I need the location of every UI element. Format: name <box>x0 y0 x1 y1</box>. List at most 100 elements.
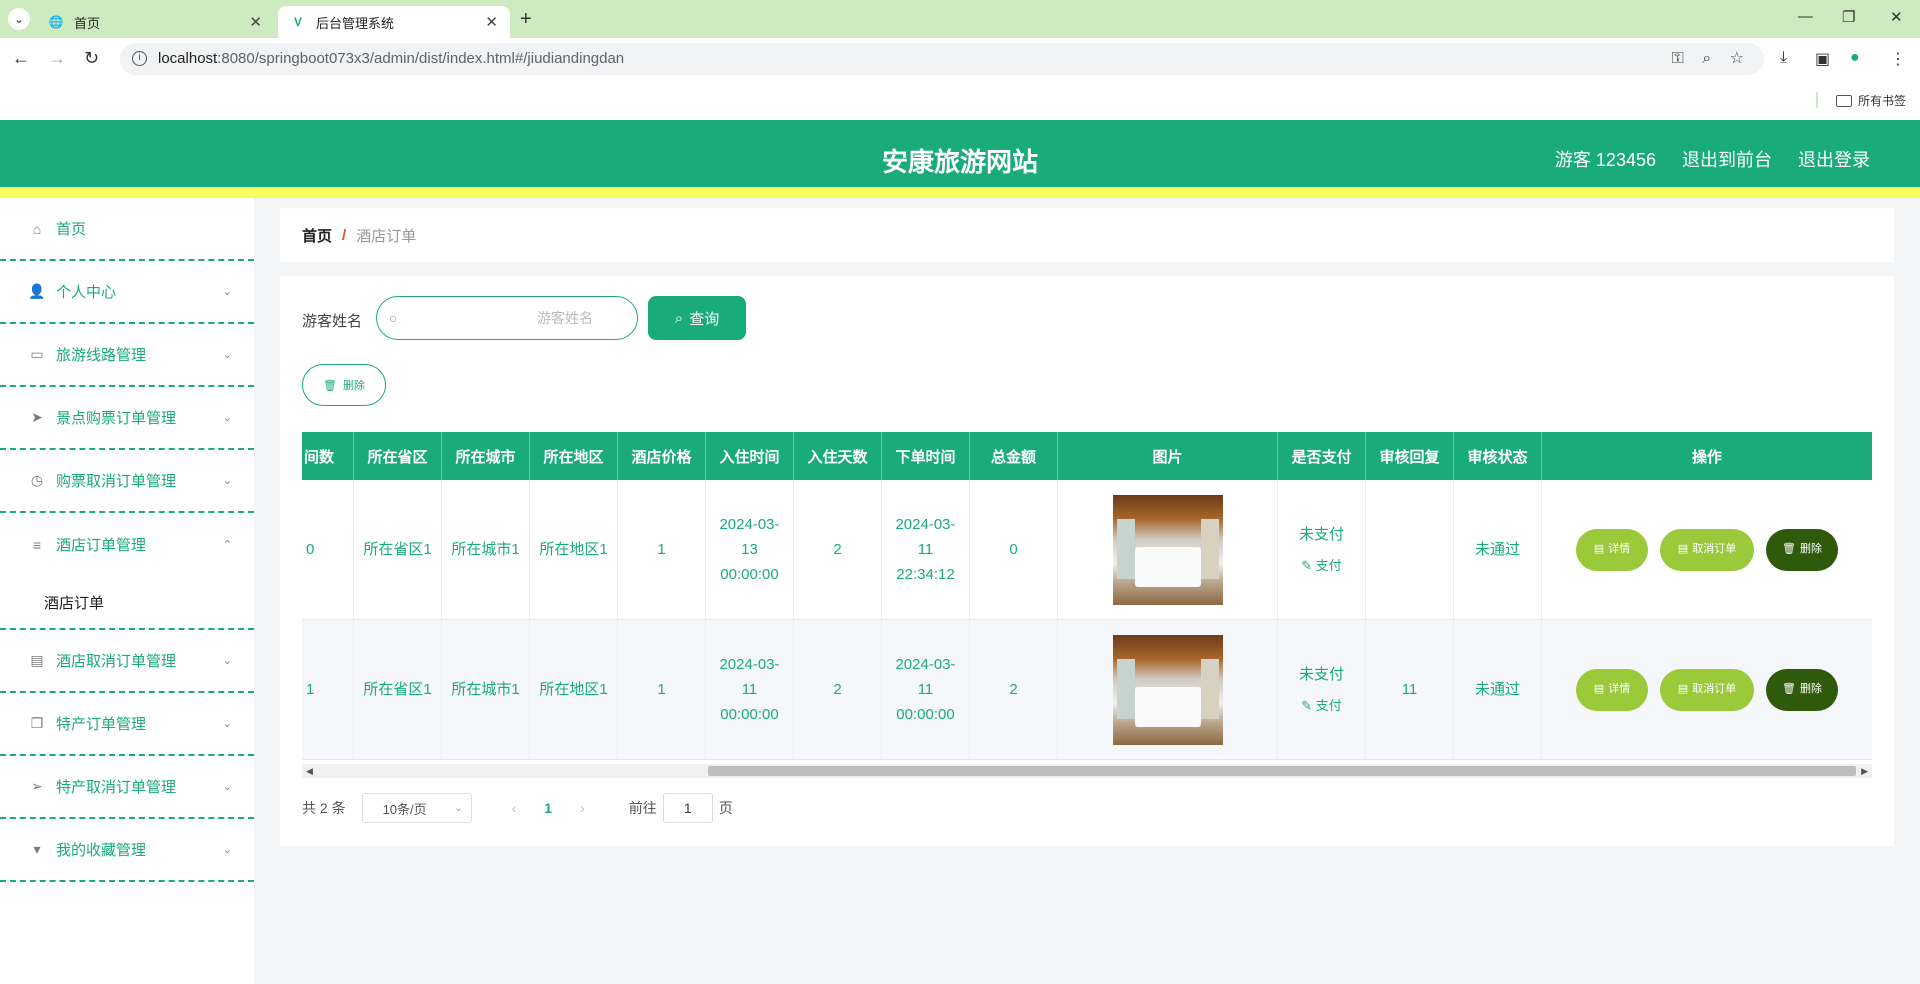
cancel-label: 取消订单 <box>1692 683 1737 695</box>
cell-rooms: 1 <box>302 620 354 759</box>
detail-label: 详情 <box>1608 683 1631 695</box>
sidepanel-icon[interactable]: ▣ <box>1815 49 1830 69</box>
pagination: 共 2 条 10条/页 ⌄ ‹ 1 › 前往 页 <box>302 792 733 824</box>
restore-icon[interactable]: ❐ <box>1842 8 1855 26</box>
cell-ops: ▤ 详情 ▤ 取消订单 🗑 删除 <box>1542 480 1872 619</box>
detail-button[interactable]: ▤ 详情 <box>1576 528 1648 571</box>
sidebar-item-label: 特产订单管理 <box>56 716 147 733</box>
reload-icon[interactable]: ↻ <box>84 48 99 69</box>
download-icon[interactable]: ⤓ <box>1780 49 1787 67</box>
scrollbar-thumb[interactable] <box>708 766 1856 776</box>
logout-link[interactable]: 退出登录 <box>1798 146 1870 172</box>
goto-page-input[interactable] <box>662 793 713 823</box>
tab-search-icon[interactable]: ⌄ <box>8 8 30 30</box>
close-icon[interactable]: ✕ <box>485 13 498 31</box>
bookmark-separator <box>1816 92 1818 108</box>
sidebar-item-specialty-orders[interactable]: ❐ 特产订单管理 ⌄ <box>0 693 254 756</box>
cell-days: 2 <box>794 620 882 759</box>
sidebar-item-ticket-cancel[interactable]: ◷ 购票取消订单管理 ⌄ <box>0 450 254 513</box>
breadcrumb-home[interactable]: 首页 <box>302 225 332 246</box>
url-field[interactable]: i localhost:8080/springboot073x3/admin/d… <box>120 43 1764 75</box>
col-checkin: 入住时间 <box>706 432 794 480</box>
cell-price: 1 <box>618 480 706 619</box>
sidebar-item-favorites[interactable]: ▾ 我的收藏管理 ⌄ <box>0 819 254 882</box>
sidebar-item-tour-routes[interactable]: ▭ 旅游线路管理 ⌄ <box>0 324 254 387</box>
sidebar-item-specialty-cancel[interactable]: ➢ 特产取消订单管理 ⌄ <box>0 756 254 819</box>
sidebar-item-home[interactable]: ⌂ 首页 <box>0 198 254 261</box>
batch-delete-button[interactable]: 🗑 删除 <box>302 364 386 406</box>
doc-icon: ▤ <box>1593 683 1605 695</box>
cell-rooms: 0 <box>302 480 354 619</box>
col-price: 酒店价格 <box>618 432 706 480</box>
doc-icon: ▤ <box>1677 543 1689 555</box>
hotel-room-image[interactable] <box>1112 634 1223 745</box>
back-to-front-link[interactable]: 退出到前台 <box>1682 146 1772 172</box>
goto-suffix: 页 <box>718 800 733 816</box>
main-area: 首页 / 酒店订单 游客姓名 ○ ⌕ 查询 🗑 删除 间数 所在省区 所在城市 … <box>254 198 1920 984</box>
col-paid: 是否支付 <box>1278 432 1366 480</box>
search-input-wrapper[interactable]: ○ <box>376 296 638 340</box>
browser-tab-admin[interactable]: V 后台管理系统 ✕ <box>278 6 510 38</box>
star-icon[interactable]: ☆ <box>1730 50 1744 67</box>
next-page-icon[interactable]: › <box>580 800 585 816</box>
cancel-order-button[interactable]: ▤ 取消订单 <box>1660 528 1754 571</box>
profile-avatar-icon[interactable]: ● <box>1850 49 1860 67</box>
sidebar-item-ticket-orders[interactable]: ➤ 景点购票订单管理 ⌄ <box>0 387 254 450</box>
sidebar-item-hotel-orders[interactable]: ≡ 酒店订单管理 ⌃ <box>0 513 254 576</box>
sidebar-item-label: 旅游线路管理 <box>56 347 147 364</box>
user-name: 游客 123456 <box>1554 150 1656 170</box>
close-icon[interactable]: ✕ <box>249 13 262 31</box>
scroll-left-icon[interactable]: ◀ <box>306 764 313 778</box>
cell-province: 所在省区1 <box>354 480 442 619</box>
minimize-icon[interactable]: — <box>1798 8 1813 25</box>
doc-icon: ▤ <box>1677 683 1689 695</box>
search-input[interactable] <box>413 303 623 333</box>
zoom-icon[interactable]: ⌕ <box>1702 50 1711 67</box>
pay-link[interactable]: ✎ 支付 <box>1301 693 1342 718</box>
browser-tab-home[interactable]: 🌐 首页 ✕ <box>36 6 274 38</box>
sidebar-item-label: 个人中心 <box>56 284 117 301</box>
list-icon: ≡ <box>32 536 42 553</box>
horizontal-scrollbar[interactable]: ◀ ▶ <box>302 764 1872 778</box>
total-count: 共 2 条 <box>302 800 346 816</box>
pay-link-label: 支付 <box>1315 697 1342 713</box>
search-button[interactable]: ⌕ 查询 <box>648 296 746 340</box>
cancel-order-button[interactable]: ▤ 取消订单 <box>1660 668 1754 711</box>
delete-row-button[interactable]: 🗑 删除 <box>1766 668 1838 711</box>
chevron-down-icon: ⌄ <box>222 475 232 487</box>
forward-icon[interactable]: → <box>48 48 66 69</box>
key-icon[interactable]: ⚿ <box>1672 50 1684 67</box>
sidebar-item-profile[interactable]: 👤 个人中心 ⌄ <box>0 261 254 324</box>
prev-page-icon[interactable]: ‹ <box>512 800 517 816</box>
window-close-icon[interactable]: ✕ <box>1890 8 1903 26</box>
page-size-select[interactable]: 10条/页 ⌄ <box>361 793 472 823</box>
pay-link[interactable]: ✎ 支付 <box>1301 553 1342 578</box>
page-number[interactable]: 1 <box>544 800 552 816</box>
cell-reply <box>1366 480 1454 619</box>
delete-button-label: 删除 <box>342 380 365 392</box>
cell-city: 所在城市1 <box>442 620 530 759</box>
more-menu-icon[interactable]: ⋮ <box>1890 49 1906 69</box>
sidebar-item-label: 酒店取消订单管理 <box>56 653 177 670</box>
delete-row-button[interactable]: 🗑 删除 <box>1766 528 1838 571</box>
all-bookmarks[interactable]: 所有书签 <box>1835 92 1906 109</box>
site-info-icon[interactable]: i <box>132 51 147 66</box>
edit-icon: ✎ <box>1301 697 1316 713</box>
chevron-down-icon: ⌄ <box>222 781 232 793</box>
chevron-down-icon: ⌄ <box>222 655 232 667</box>
vue-logo-icon: V <box>293 15 302 29</box>
scroll-right-icon[interactable]: ▶ <box>1861 764 1868 778</box>
sidebar-item-hotel-cancel[interactable]: ▤ 酒店取消订单管理 ⌄ <box>0 630 254 693</box>
goto-page: 前往 页 <box>629 793 733 823</box>
sidebar-subitem-hotel-order[interactable]: 酒店订单 <box>0 576 254 630</box>
new-tab-icon[interactable]: + <box>520 8 532 31</box>
page-size-value: 10条/页 <box>382 801 427 817</box>
back-icon[interactable]: ← <box>12 48 30 69</box>
user-icon: 👤 <box>28 283 46 299</box>
hotel-room-image[interactable] <box>1112 494 1223 605</box>
cell-checkin: 2024-03-11 00:00:00 <box>706 620 794 759</box>
edit-icon: ✎ <box>1301 557 1316 573</box>
tab-title: 首页 <box>74 15 101 31</box>
delete-label: 删除 <box>1799 683 1822 695</box>
detail-button[interactable]: ▤ 详情 <box>1576 668 1648 711</box>
